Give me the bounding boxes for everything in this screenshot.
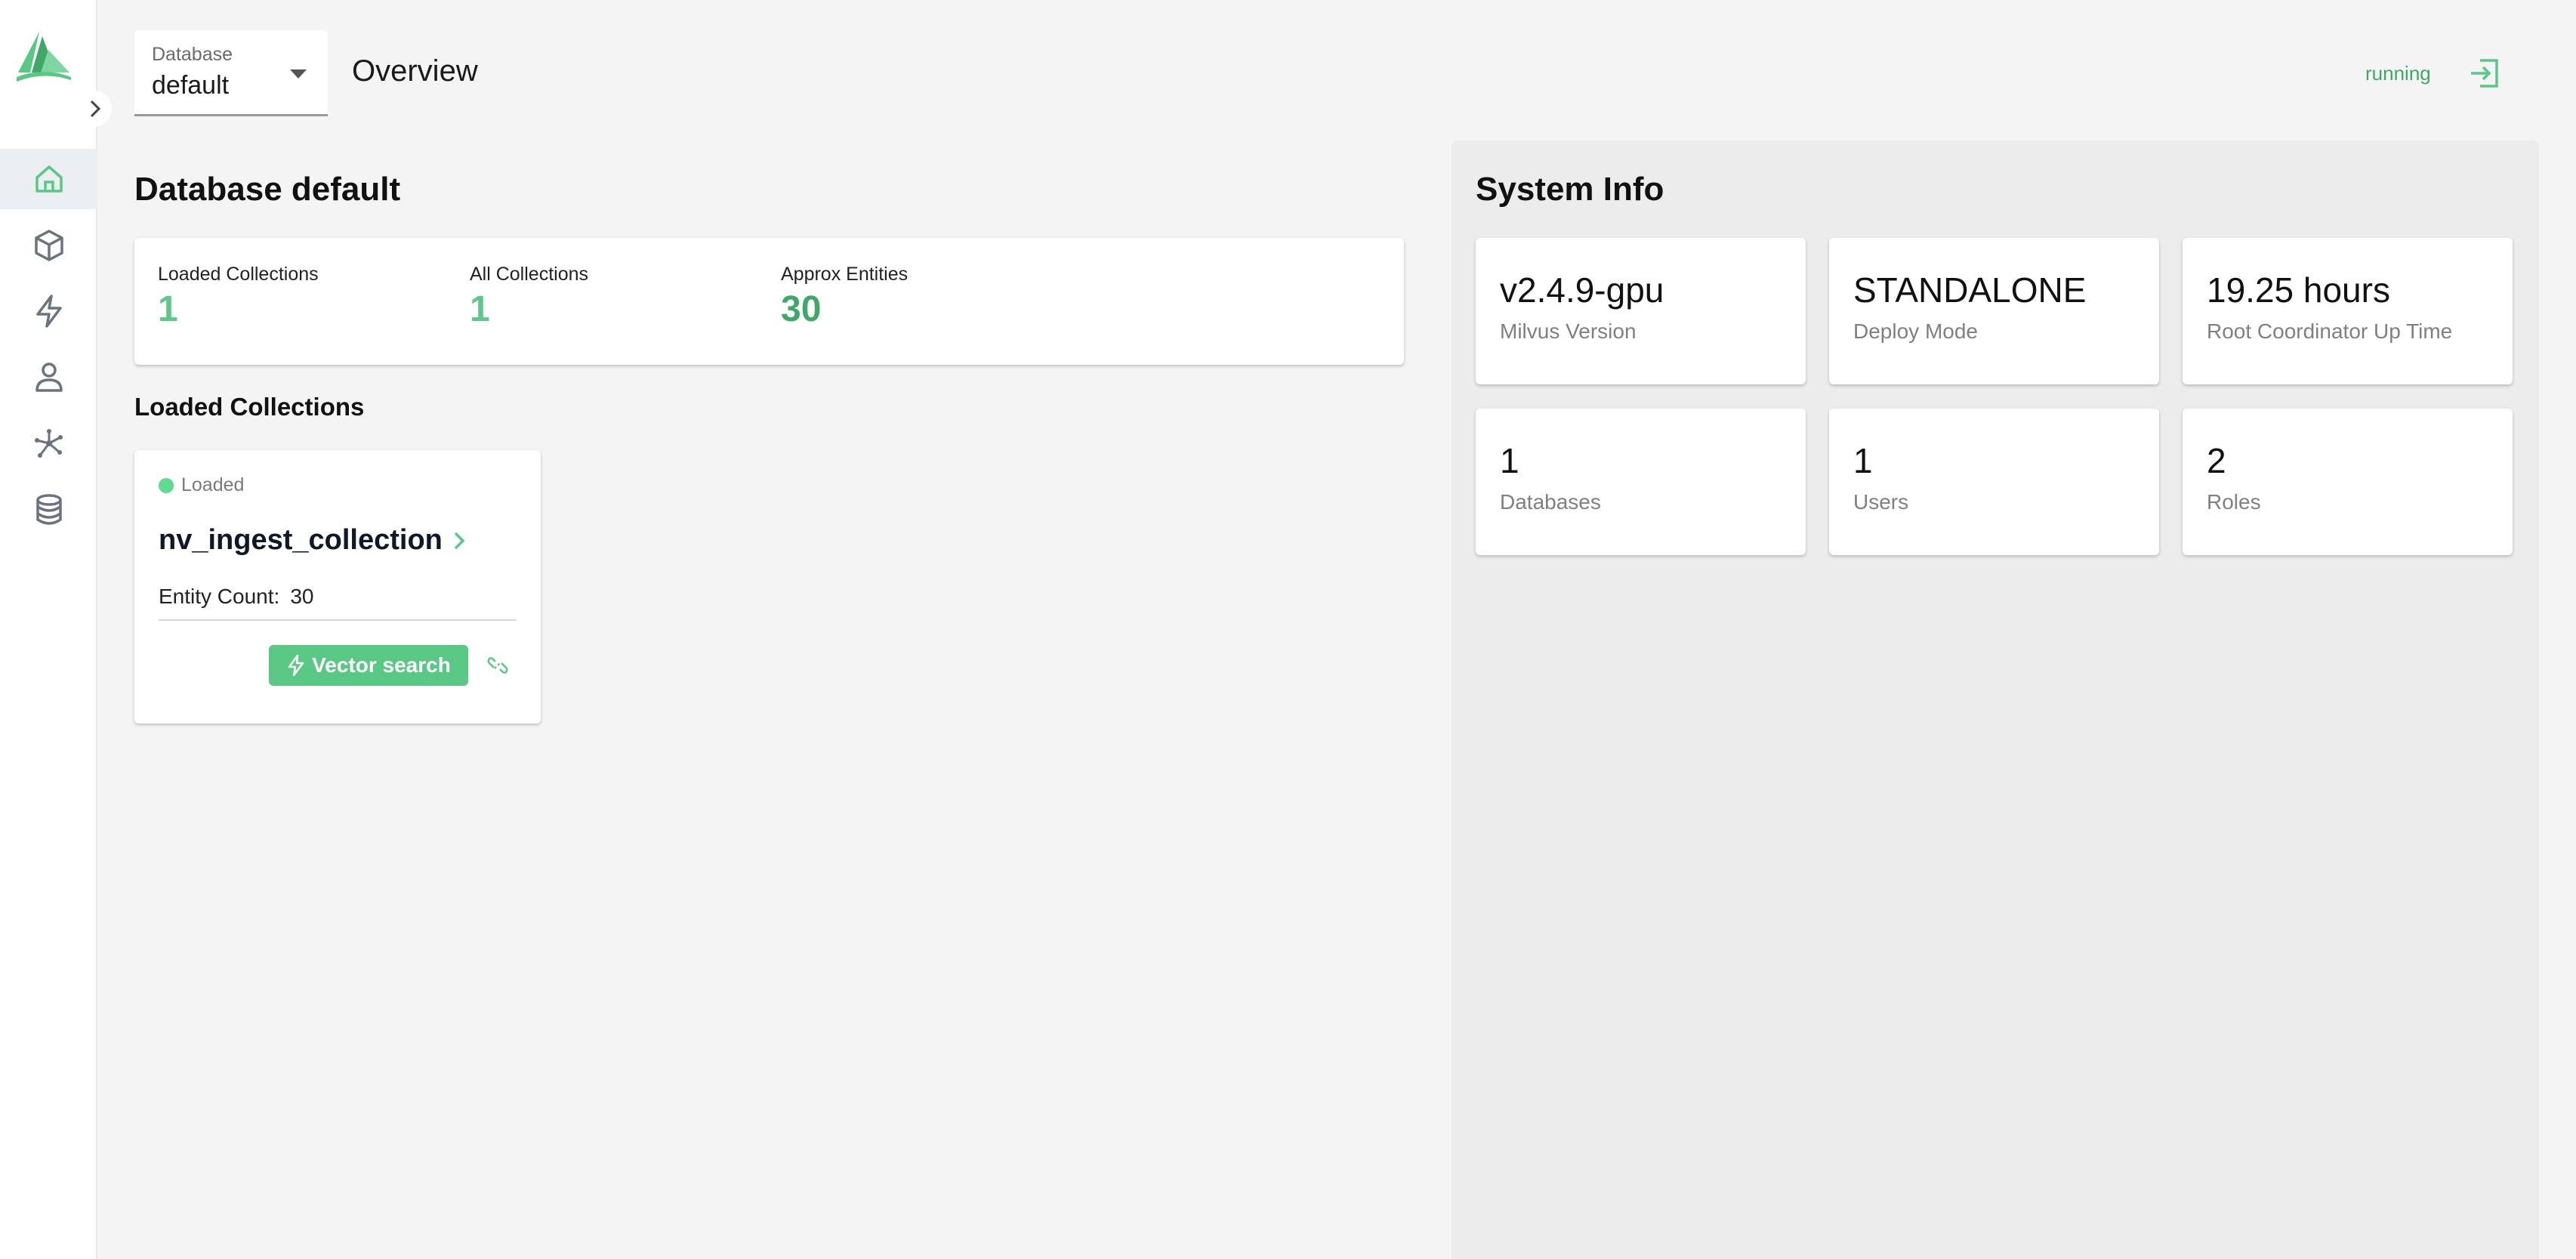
info-card-roles: 2 Roles — [2183, 409, 2513, 555]
status-dot-icon — [159, 477, 174, 493]
database-select-label: Database — [152, 44, 233, 65]
release-collection-icon[interactable] — [486, 654, 509, 677]
network-icon — [34, 429, 63, 458]
info-card-value: STANDALONE — [1853, 270, 2087, 310]
info-card-milvus-version: v2.4.9-gpu Milvus Version — [1476, 238, 1806, 384]
entity-count-value: 30 — [290, 585, 314, 608]
info-card-databases: 1 Databases — [1476, 409, 1806, 555]
info-card-value: v2.4.9-gpu — [1500, 270, 1664, 310]
database-select-value: default — [152, 71, 230, 100]
page-title: Overview — [352, 54, 478, 88]
info-card-value: 19.25 hours — [2207, 270, 2390, 310]
info-card-label: Databases — [1500, 490, 1601, 514]
stat-label: Loaded Collections — [158, 264, 319, 285]
caret-down-icon — [290, 69, 307, 79]
divider — [159, 619, 517, 621]
vector-search-button[interactable]: Vector search — [269, 645, 468, 686]
info-card-deploy-mode: STANDALONE Deploy Mode — [1829, 238, 2159, 384]
info-card-label: Deploy Mode — [1853, 319, 1978, 343]
stat-label: All Collections — [470, 264, 589, 285]
chevron-right-icon — [454, 532, 465, 549]
system-info-title: System Info — [1476, 171, 1664, 208]
info-card-label: Roles — [2207, 490, 2261, 514]
info-card-users: 1 Users — [1829, 409, 2159, 555]
sidebar-item-search[interactable] — [0, 281, 97, 341]
logout-icon[interactable] — [2466, 56, 2501, 91]
stat-label: Approx Entities — [781, 264, 909, 285]
milvus-logo-icon[interactable] — [14, 30, 74, 85]
user-icon — [35, 363, 63, 392]
system-info-panel: System Info v2.4.9-gpu Milvus Version ST… — [1452, 140, 2539, 1259]
info-card-uptime: 19.25 hours Root Coordinator Up Time — [2183, 238, 2513, 384]
sidebar-item-databases[interactable] — [0, 480, 97, 540]
collection-card: Loaded nv_ingest_collection Entity Count… — [134, 450, 541, 724]
info-card-value: 2 — [2207, 441, 2226, 480]
collection-name-link[interactable]: nv_ingest_collection — [159, 524, 467, 557]
info-card-label: Root Coordinator Up Time — [2207, 319, 2453, 343]
sidebar-item-collections[interactable] — [0, 215, 97, 276]
entity-count-label: Entity Count: — [159, 585, 280, 608]
stat-loaded-collections: Loaded Collections 1 — [158, 264, 319, 330]
database-section-title: Database default — [134, 171, 401, 208]
lightning-icon — [35, 295, 62, 328]
collection-status: Loaded — [159, 474, 244, 496]
sidebar-item-home[interactable] — [0, 149, 97, 209]
server-status: running — [2365, 62, 2431, 85]
box-icon — [34, 230, 63, 261]
stat-value: 30 — [781, 289, 822, 329]
home-icon — [35, 165, 63, 193]
collection-status-text: Loaded — [181, 474, 245, 495]
info-card-label: Users — [1853, 490, 1909, 514]
database-select[interactable]: Database default — [134, 30, 328, 116]
sidebar-item-users[interactable] — [0, 347, 97, 407]
info-card-value: 1 — [1853, 441, 1873, 480]
sidebar — [0, 0, 112, 1259]
chevron-right-icon — [90, 100, 101, 118]
sidebar-item-system[interactable] — [0, 413, 97, 474]
loaded-collections-title: Loaded Collections — [134, 393, 365, 421]
lightning-icon — [288, 654, 304, 677]
entity-count-row: Entity Count: 30 — [159, 585, 313, 609]
vector-search-label: Vector search — [312, 653, 451, 677]
sidebar-expand-button[interactable] — [79, 91, 112, 127]
info-card-label: Milvus Version — [1500, 319, 1637, 343]
stat-value: 1 — [158, 289, 178, 329]
stat-approx-entities: Approx Entities 30 — [781, 264, 908, 330]
info-card-value: 1 — [1500, 441, 1519, 480]
database-icon — [35, 494, 62, 525]
stat-value: 1 — [470, 289, 490, 329]
collection-name: nv_ingest_collection — [159, 524, 443, 556]
stat-all-collections: All Collections 1 — [470, 264, 588, 330]
database-stats-card: Loaded Collections 1 All Collections 1 A… — [134, 238, 1404, 365]
app-root: Database default Overview running Databa… — [0, 0, 2576, 1259]
